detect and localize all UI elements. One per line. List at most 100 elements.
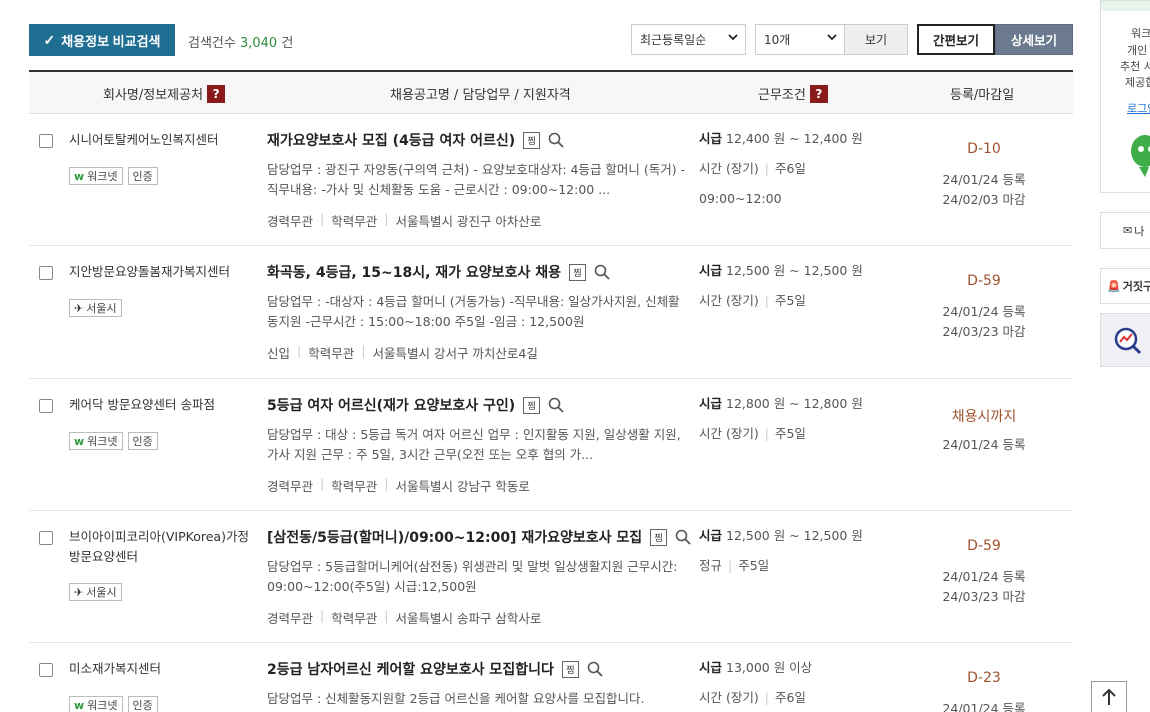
magnifier-icon[interactable] bbox=[675, 529, 691, 545]
compare-search-label: 채용정보 비교검색 bbox=[61, 33, 161, 49]
scrap-icon[interactable]: 찜 bbox=[523, 131, 541, 149]
header-title: 채용공고명 / 담당업무 / 지원자격 bbox=[390, 88, 571, 103]
scroll-top-button[interactable] bbox=[1091, 681, 1127, 712]
employment-type: 시간 (장기) bbox=[699, 293, 759, 308]
source-badge: w 워크넷 bbox=[69, 696, 123, 712]
search-count: 검색건수 3,040 건 bbox=[188, 36, 294, 51]
table-row: 케어닥 방문요양센터 송파점 w 워크넷 인증 5등급 여자 어르신(재가 요양보호사 … bbox=[29, 379, 1073, 511]
deadline-countdown: 채용시까지 bbox=[951, 409, 1017, 425]
source-badges: w 워크넷 인증 bbox=[69, 167, 158, 185]
row-checkbox[interactable] bbox=[39, 134, 53, 148]
source-badge: ✈ 서울시 bbox=[69, 299, 122, 317]
deadline-countdown: D-59 bbox=[967, 538, 1001, 554]
job-title-line: 2등급 남자어르신 케어할 요양보호사 모집합니다 찜 bbox=[267, 659, 603, 679]
source-badges: ✈ 서울시 bbox=[69, 583, 122, 601]
sidebar-analysis[interactable] bbox=[1100, 313, 1150, 367]
source-badge: 인증 bbox=[127, 432, 158, 450]
registration-dates: 24/01/24 등록 bbox=[942, 701, 1026, 712]
sidebar-login-link[interactable]: 로그인 bbox=[1127, 100, 1150, 116]
help-icon[interactable]: ? bbox=[207, 84, 226, 103]
sidebar-mail[interactable]: ✉ 나 bbox=[1100, 212, 1150, 249]
registration-dates: 24/01/24 등록 24/03/23 마감 bbox=[942, 569, 1026, 604]
work-days: 주6일 bbox=[774, 690, 806, 705]
company-name[interactable]: 브이아이피코리아(VIPKorea)가정 방문요양센터 bbox=[69, 527, 254, 567]
magnifier-icon[interactable] bbox=[548, 132, 564, 148]
company-name[interactable]: 미소재가복지센터 bbox=[69, 659, 254, 679]
header-company: 회사명/정보제공처 ? bbox=[103, 84, 226, 103]
source-badge: 인증 bbox=[127, 167, 158, 185]
table-row: 지안방문요양돌봄재가복지센터 ✈ 서울시 화곡동, 4등급, 15~18시, 재가 요… bbox=[29, 246, 1073, 379]
checkmark-icon: ✓ bbox=[43, 31, 56, 48]
job-duty: 담당업무 : 5등급할머니케어(삼전동) 위생관리 및 말벗 일상생활지원 근무… bbox=[267, 559, 678, 594]
registration-dates: 24/01/24 등록 24/02/03 마감 bbox=[942, 172, 1026, 207]
pay-range: 13,000 원 이상 bbox=[726, 660, 813, 675]
work-conditions: 시급 12,400 원 ~ 12,400 원 시간 (장기) | 주6일 09:00~1… bbox=[699, 124, 899, 214]
company-name[interactable]: 케어닥 방문요양센터 송파점 bbox=[69, 395, 254, 415]
sidebar-panel: 워크 개인 추천 서 제공합 로그인 bbox=[1100, 0, 1150, 193]
sort-select[interactable]: 최근등록일순 bbox=[631, 24, 746, 55]
mail-icon: ✉ bbox=[1123, 224, 1133, 237]
registration-dates: 24/01/24 등록 bbox=[942, 437, 1026, 452]
work-days: 주5일 bbox=[738, 558, 770, 573]
pay-range: 12,500 원 ~ 12,500 원 bbox=[726, 263, 863, 278]
job-title-line: [삼전동/5등급(할머니)/09:00~12:00] 재가요양보호사 모집 찜 bbox=[267, 527, 691, 547]
source-badges: w 워크넷 인증 bbox=[69, 696, 158, 712]
worknet-icon: w bbox=[74, 434, 85, 448]
row-checkbox[interactable] bbox=[39, 531, 53, 545]
company-name[interactable]: 지안방문요양돌봄재가복지센터 bbox=[69, 262, 254, 282]
row-checkbox[interactable] bbox=[39, 266, 53, 280]
employment-type: 시간 (장기) bbox=[699, 690, 759, 705]
scrap-icon[interactable]: 찜 bbox=[568, 263, 586, 281]
scrap-icon[interactable]: 찜 bbox=[650, 528, 668, 546]
job-title-link[interactable]: 2등급 남자어르신 케어할 요양보호사 모집합니다 bbox=[267, 659, 554, 679]
search-count-value: 3,040 bbox=[239, 36, 278, 51]
pay-range: 12,400 원 ~ 12,400 원 bbox=[726, 131, 863, 146]
compare-search-button[interactable]: ✓ 채용정보 비교검색 bbox=[29, 24, 175, 56]
pay-type: 시급 bbox=[699, 131, 723, 146]
pay-type: 시급 bbox=[699, 660, 723, 675]
detail-view-button[interactable]: 상세보기 bbox=[995, 24, 1073, 55]
table-header: 회사명/정보제공처 ? 채용공고명 / 담당업무 / 지원자격 근무조건 ? 등… bbox=[29, 70, 1073, 114]
source-badge: w 워크넷 bbox=[69, 432, 123, 450]
job-title-link[interactable]: [삼전동/5등급(할머니)/09:00~12:00] 재가요양보호사 모집 bbox=[267, 527, 642, 547]
sidebar-fraud-report[interactable]: 🚨 거짓구 bbox=[1100, 268, 1150, 304]
scrap-icon[interactable]: 찜 bbox=[561, 660, 579, 678]
magnifier-icon[interactable] bbox=[548, 397, 564, 413]
magnifier-icon[interactable] bbox=[587, 661, 603, 677]
scrap-icon[interactable]: 찜 bbox=[523, 396, 541, 414]
magnifier-icon[interactable] bbox=[594, 264, 610, 280]
work-days: 주5일 bbox=[774, 293, 806, 308]
source-badges: w 워크넷 인증 bbox=[69, 432, 158, 450]
job-duty: 담당업무 : 신체활동지원할 2등급 어르신을 케어할 요양사를 모집합니다. bbox=[267, 691, 645, 706]
simple-view-button[interactable]: 간편보기 bbox=[917, 24, 995, 55]
table-row: 브이아이피코리아(VIPKorea)가정 방문요양센터 ✈ 서울시 [삼전동/5등급(할… bbox=[29, 511, 1073, 643]
source-badge: 인증 bbox=[127, 696, 158, 712]
work-days: 주5일 bbox=[774, 426, 806, 441]
chevron-down-icon bbox=[728, 34, 738, 41]
chevron-down-icon bbox=[827, 34, 837, 41]
seoul-logo-icon: ✈ bbox=[74, 301, 84, 315]
job-qualifications: 경력무관 | 학력무관 | 서울특별시 광진구 아차산로 bbox=[267, 211, 542, 229]
pay-range: 12,800 원 ~ 12,800 원 bbox=[726, 396, 863, 411]
header-conditions: 근무조건 ? bbox=[758, 84, 828, 103]
header-date: 등록/마감일 bbox=[950, 88, 1015, 103]
pay-type: 시급 bbox=[699, 263, 723, 278]
job-title-link[interactable]: 화곡동, 4등급, 15~18시, 재가 요양보호사 채용 bbox=[267, 262, 561, 282]
job-title-link[interactable]: 재가요양보호사 모집 (4등급 여자 어르신) bbox=[267, 130, 515, 150]
deadline-countdown: D-59 bbox=[967, 273, 1001, 289]
arrow-up-icon bbox=[1102, 688, 1116, 705]
pay-type: 시급 bbox=[699, 528, 723, 543]
help-icon[interactable]: ? bbox=[809, 84, 828, 103]
company-name[interactable]: 시니어토탈케어노인복지센터 bbox=[69, 130, 254, 150]
work-hours: 09:00~12:00 bbox=[699, 191, 782, 206]
row-checkbox[interactable] bbox=[39, 663, 53, 677]
job-title-link[interactable]: 5등급 여자 어르신(재가 요양보호사 구인) bbox=[267, 395, 515, 415]
job-title-line: 5등급 여자 어르신(재가 요양보호사 구인) 찜 bbox=[267, 395, 564, 415]
row-checkbox[interactable] bbox=[39, 399, 53, 413]
job-qualifications: 경력무관 | 학력무관 | 서울특별시 송파구 삼학사로 bbox=[267, 608, 542, 626]
work-conditions: 시급 12,800 원 ~ 12,800 원 시간 (장기) | 주5일 bbox=[699, 396, 863, 441]
employment-type: 정규 bbox=[699, 558, 723, 573]
page-size-select[interactable]: 10개 bbox=[755, 24, 845, 55]
view-button[interactable]: 보기 bbox=[845, 24, 908, 55]
registration-dates: 24/01/24 등록 24/03/23 마감 bbox=[942, 304, 1026, 339]
